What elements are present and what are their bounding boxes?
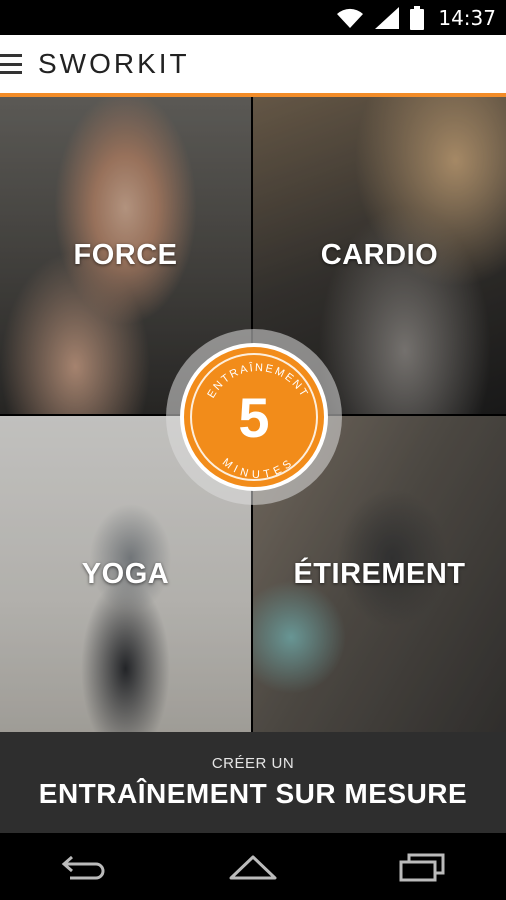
recents-icon[interactable] [392, 847, 452, 887]
system-nav-bar [0, 833, 506, 900]
badge-circle: ENTRAÎNEMENT MINUTES 5 [180, 343, 328, 491]
signal-icon [374, 6, 400, 30]
five-minute-workout-button[interactable]: ENTRAÎNEMENT MINUTES 5 [166, 329, 342, 505]
battery-icon [410, 5, 425, 30]
back-icon[interactable] [54, 847, 114, 887]
badge-number: 5 [238, 385, 270, 449]
svg-text:MINUTES: MINUTES [220, 456, 297, 481]
category-label: YOGA [81, 557, 170, 590]
custom-workout-title: ENTRAÎNEMENT SUR MESURE [38, 778, 468, 809]
home-icon[interactable] [223, 847, 283, 887]
status-bar: 14:37 [0, 0, 506, 35]
wifi-icon [336, 7, 364, 29]
badge-bottom-text: MINUTES [220, 456, 294, 481]
custom-workout-subtitle: CRÉER UN [211, 755, 295, 772]
hamburger-menu-icon[interactable] [0, 54, 24, 74]
custom-workout-button[interactable]: CRÉER UN ENTRAÎNEMENT SUR MESURE [0, 732, 506, 833]
app-bar: SWORKIT [0, 35, 506, 93]
category-label: FORCE [73, 239, 178, 271]
category-label: CARDIO [320, 239, 439, 271]
status-time: 14:37 [438, 5, 496, 30]
category-label: ÉTIREMENT [293, 557, 466, 590]
app-logo: SWORKIT [38, 48, 190, 79]
